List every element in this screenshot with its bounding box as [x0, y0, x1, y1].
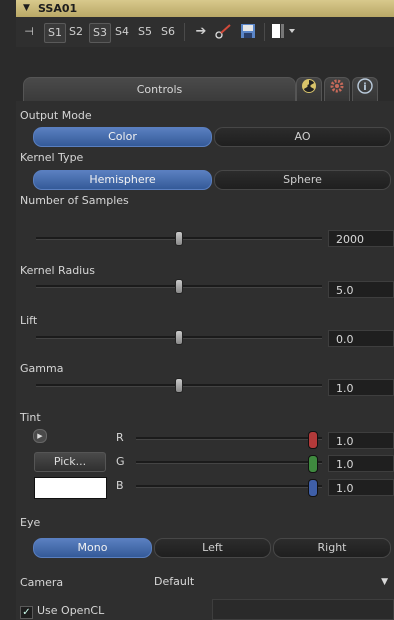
node-title-bar[interactable]: ▼ SSA01 [16, 0, 394, 17]
camera-dropdown-value: Default [154, 575, 195, 588]
opencl-field [212, 599, 394, 620]
save-icon[interactable] [238, 23, 258, 41]
kernel-radius-knob[interactable] [175, 279, 183, 294]
eye-left-button[interactable]: Left [154, 538, 271, 558]
lift-knob[interactable] [175, 330, 183, 345]
chevron-down-icon: ▼ [381, 577, 388, 587]
lift-value[interactable]: 0.0 [328, 330, 394, 347]
gamma-value[interactable]: 1.0 [328, 379, 394, 396]
use-opencl-checkbox[interactable]: ✓ [20, 606, 33, 619]
slot-s5[interactable]: S5 [135, 23, 155, 41]
node-title: SSA01 [38, 2, 78, 15]
toolbar-separator [264, 23, 265, 41]
tint-label: Tint [20, 411, 41, 424]
tint-b-value[interactable]: 1.0 [328, 479, 394, 496]
kernel-type-sphere-button[interactable]: Sphere [214, 170, 391, 190]
triangle-down-icon[interactable]: ▼ [23, 0, 30, 17]
number-of-samples-value[interactable]: 2000 [328, 230, 394, 247]
kernel-type-label: Kernel Type [20, 151, 84, 164]
camera-dropdown[interactable]: Default ▼ [154, 573, 392, 591]
tint-g-slider[interactable] [136, 461, 322, 464]
svg-text:i: i [363, 82, 366, 93]
pick-icon[interactable] [214, 23, 234, 41]
arrow-right-icon[interactable]: ➔ [190, 23, 212, 41]
tint-g-knob[interactable] [308, 455, 318, 473]
use-opencl-label: Use OpenCL [37, 604, 105, 617]
eye-right-button[interactable]: Right [273, 538, 391, 558]
pick-color-button[interactable]: Pick... [34, 452, 106, 472]
tint-r-slider[interactable] [136, 437, 322, 440]
kernel-radius-value[interactable]: 5.0 [328, 281, 394, 298]
slot-s3[interactable]: S3 [89, 23, 111, 43]
tint-b-label: B [116, 479, 124, 492]
pin-icon[interactable]: ⊣ [18, 23, 40, 41]
number-of-samples-label: Number of Samples [20, 194, 129, 207]
gamma-knob[interactable] [175, 378, 183, 393]
kernel-radius-label: Kernel Radius [20, 264, 95, 277]
camera-label: Camera [20, 576, 64, 589]
tint-g-value[interactable]: 1.0 [328, 455, 394, 472]
gamma-label: Gamma [20, 362, 64, 375]
tint-r-value[interactable]: 1.0 [328, 432, 394, 449]
output-mode-color-button[interactable]: Color [33, 127, 212, 147]
slot-s1[interactable]: S1 [44, 23, 66, 43]
slot-s2[interactable]: S2 [66, 23, 86, 41]
output-mode-ao-button[interactable]: AO [214, 127, 391, 147]
tint-b-knob[interactable] [308, 479, 318, 497]
slot-s4[interactable]: S4 [112, 23, 132, 41]
eye-mono-button[interactable]: Mono [33, 538, 152, 558]
output-mode-label: Output Mode [20, 109, 92, 122]
gear-icon[interactable] [324, 77, 350, 102]
eye-label: Eye [20, 516, 41, 529]
view-icon[interactable] [270, 23, 300, 41]
number-of-samples-knob[interactable] [175, 231, 183, 246]
tint-b-slider[interactable] [136, 485, 322, 488]
toolbar-separator [184, 23, 185, 41]
lift-label: Lift [20, 314, 38, 327]
kernel-type-hemisphere-button[interactable]: Hemisphere [33, 170, 212, 190]
expand-play-icon[interactable]: ▶ [33, 429, 47, 443]
tint-g-label: G [116, 455, 125, 468]
tint-color-swatch[interactable] [34, 477, 107, 499]
slot-s6[interactable]: S6 [158, 23, 178, 41]
tab-bar: Controls i [16, 77, 394, 102]
tint-r-label: R [116, 431, 124, 444]
info-icon[interactable]: i [352, 77, 378, 102]
radiation-icon[interactable] [296, 77, 322, 102]
toolbar: ⊣ S1 S2 S3 S4 S5 S6 ➔ [16, 17, 394, 47]
tab-controls[interactable]: Controls [23, 77, 296, 102]
controls-panel: Output Mode Color AO Kernel Type Hemisph… [16, 101, 394, 620]
tint-r-knob[interactable] [308, 431, 318, 449]
